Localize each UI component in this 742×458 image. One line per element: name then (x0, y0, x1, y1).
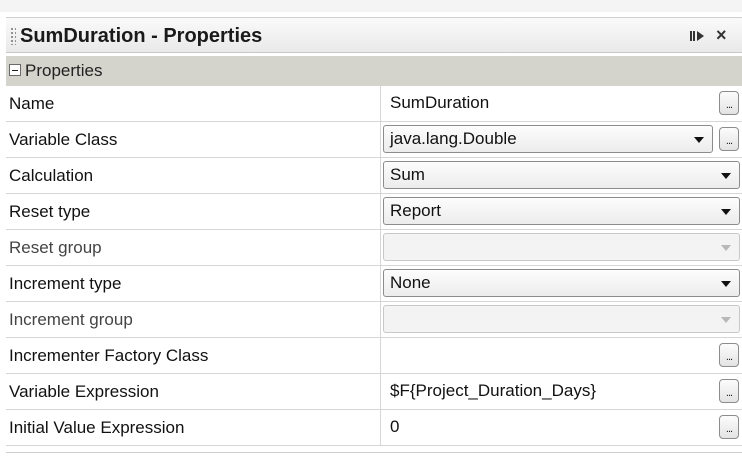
property-value[interactable]: $F{Project_Duration_Days} (390, 381, 596, 401)
ellipsis-button[interactable]: ... (719, 415, 739, 439)
select-value: java.lang.Double (390, 129, 517, 148)
pin-icon[interactable] (689, 29, 705, 43)
chevron-down-icon[interactable] (721, 281, 731, 287)
property-label: Calculation (9, 166, 94, 185)
property-row-reset-group[interactable]: Reset group (6, 230, 742, 266)
properties-panel: SumDuration - Properties × Properties Na… (0, 0, 742, 458)
reset-type-select[interactable]: Report (383, 197, 740, 225)
reset-group-select (383, 233, 740, 261)
column-divider (380, 158, 381, 193)
ellipsis-button[interactable]: ... (719, 127, 739, 151)
property-label: Increment type (9, 274, 122, 293)
property-label: Initial Value Expression (9, 418, 185, 437)
ellipsis-button[interactable]: ... (719, 343, 739, 367)
property-label: Reset type (9, 202, 91, 221)
collapse-icon[interactable] (9, 64, 21, 76)
column-divider (380, 230, 381, 265)
property-label: Variable Class (9, 130, 118, 149)
chevron-down-icon (721, 317, 731, 323)
select-value: Sum (390, 165, 425, 184)
select-value: None (390, 273, 431, 292)
column-divider (380, 86, 381, 121)
column-divider (380, 266, 381, 301)
column-divider (380, 410, 381, 445)
section-header-properties[interactable]: Properties (6, 56, 742, 86)
property-row-incrementer-factory-class[interactable]: Incrementer Factory Class ... (6, 338, 742, 374)
property-row-increment-type[interactable]: Increment type None (6, 266, 742, 302)
ellipsis-button[interactable]: ... (719, 91, 739, 115)
divider (6, 452, 742, 453)
close-icon[interactable]: × (716, 25, 727, 45)
property-value[interactable]: SumDuration (390, 93, 489, 113)
property-row-reset-type[interactable]: Reset type Report (6, 194, 742, 230)
property-label: Increment group (9, 310, 133, 329)
property-value[interactable]: 0 (390, 417, 399, 437)
property-row-initial-value-expression[interactable]: Initial Value Expression 0 ... (6, 410, 742, 446)
column-divider (380, 338, 381, 373)
column-divider (380, 122, 381, 157)
section-label: Properties (25, 61, 103, 80)
property-row-increment-group[interactable]: Increment group (6, 302, 742, 338)
property-row-variable-expression[interactable]: Variable Expression $F{Project_Duration_… (6, 374, 742, 410)
property-row-variable-class[interactable]: Variable Class java.lang.Double ... (6, 122, 742, 158)
property-label: Name (9, 94, 55, 113)
property-row-calculation[interactable]: Calculation Sum (6, 158, 742, 194)
increment-group-select (383, 305, 740, 333)
column-divider (380, 302, 381, 337)
ellipsis-button[interactable]: ... (719, 379, 739, 403)
chevron-down-icon[interactable] (721, 209, 731, 215)
chevron-down-icon[interactable] (721, 173, 731, 179)
title-bar[interactable]: SumDuration - Properties × (6, 17, 742, 53)
select-value: Report (390, 201, 442, 220)
column-divider (380, 374, 381, 409)
column-divider (380, 194, 381, 229)
calculation-select[interactable]: Sum (383, 161, 740, 189)
property-label: Reset group (9, 238, 102, 257)
chevron-down-icon[interactable] (694, 137, 704, 143)
variable-class-select[interactable]: java.lang.Double (383, 125, 713, 153)
panel-title: SumDuration - Properties (20, 25, 263, 47)
increment-type-select[interactable]: None (383, 269, 740, 297)
property-label: Incrementer Factory Class (9, 346, 209, 365)
property-label: Variable Expression (9, 382, 159, 401)
chevron-down-icon (721, 245, 731, 251)
drag-grip-icon[interactable] (10, 27, 16, 45)
property-row-name[interactable]: Name SumDuration ... (6, 86, 742, 122)
top-strip (0, 0, 742, 12)
